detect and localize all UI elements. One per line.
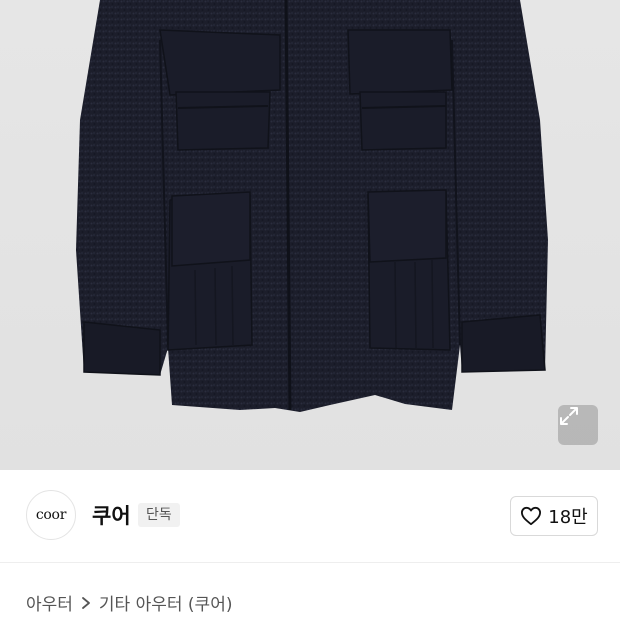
breadcrumb-item-outer[interactable]: 아우터 (26, 590, 73, 615)
heart-icon (521, 506, 542, 526)
exclusive-badge: 단독 (138, 503, 180, 527)
breadcrumb-item-category[interactable]: 기타 아우터 (쿠어) (99, 590, 233, 615)
expand-image-button[interactable] (558, 405, 598, 445)
like-button[interactable]: 18만 (510, 496, 598, 536)
product-image[interactable] (0, 0, 620, 470)
chevron-right-icon (81, 596, 91, 610)
brand-logo-text: coor (35, 507, 67, 523)
breadcrumb: 아우터 기타 아우터 (쿠어) (26, 590, 232, 615)
like-count: 18만 (548, 507, 588, 528)
jacket-photo (76, 0, 548, 412)
expand-icon (560, 407, 578, 425)
brand-row: coor 쿠어 단독 18만 (0, 470, 620, 563)
brand-logo[interactable]: coor (26, 490, 76, 540)
brand-name[interactable]: 쿠어 (92, 500, 131, 530)
